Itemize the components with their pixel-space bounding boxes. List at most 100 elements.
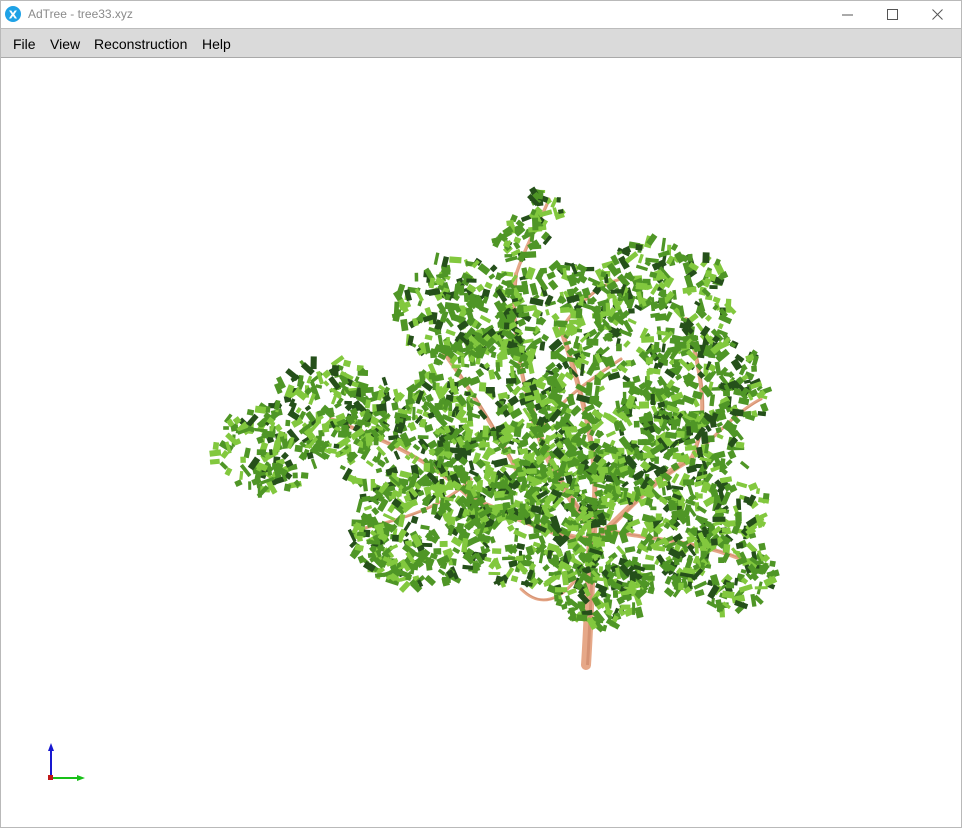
- leaf: [424, 334, 433, 341]
- leaf: [365, 460, 374, 468]
- leaf: [710, 538, 718, 546]
- leaf: [344, 400, 352, 405]
- leaf: [727, 449, 737, 460]
- leaf: [660, 237, 667, 252]
- leaf: [421, 479, 432, 487]
- leaf: [757, 410, 767, 417]
- leaf: [272, 462, 277, 470]
- x-axis-arrow: [77, 775, 85, 781]
- menu-reconstruction[interactable]: Reconstruction: [94, 36, 187, 52]
- menu-file[interactable]: File: [13, 36, 36, 52]
- leaf: [570, 506, 576, 517]
- leaf: [690, 419, 699, 433]
- maximize-button[interactable]: [870, 1, 916, 28]
- 3d-viewport[interactable]: [1, 59, 961, 827]
- leaf: [759, 402, 769, 413]
- leaf: [479, 314, 492, 324]
- leaf: [567, 525, 579, 532]
- leaf: [631, 440, 638, 444]
- menu-help[interactable]: Help: [202, 36, 231, 52]
- leaf: [647, 586, 655, 595]
- leaf: [661, 343, 666, 353]
- leaf: [429, 350, 437, 359]
- leaf: [445, 329, 456, 337]
- leaf: [468, 469, 479, 477]
- leaf: [304, 405, 312, 412]
- leaf: [719, 476, 733, 484]
- leaf: [569, 404, 582, 417]
- leaf: [458, 285, 465, 296]
- leaf: [623, 340, 631, 348]
- leaf: [608, 499, 615, 511]
- leaf: [602, 302, 606, 312]
- leaf: [529, 297, 544, 307]
- leaf: [523, 382, 532, 387]
- menu-view[interactable]: View: [50, 36, 80, 52]
- leaf: [517, 513, 525, 520]
- leaf: [492, 548, 502, 554]
- leaf: [504, 254, 513, 258]
- leaf: [702, 252, 710, 264]
- leaf: [449, 256, 462, 264]
- leaf: [561, 426, 575, 431]
- leaf: [437, 568, 446, 576]
- leaf: [248, 481, 252, 490]
- leaf: [624, 546, 636, 554]
- leaf: [521, 280, 529, 295]
- leaf: [452, 546, 461, 555]
- leaf: [755, 487, 761, 495]
- close-button[interactable]: [915, 1, 961, 28]
- leaf: [653, 341, 660, 352]
- leaf: [581, 412, 589, 420]
- leaf: [374, 572, 388, 578]
- leaf: [446, 336, 451, 344]
- leaf: [529, 244, 542, 250]
- leaf: [523, 304, 536, 312]
- leaf: [733, 387, 741, 396]
- leaf: [376, 403, 386, 412]
- tree-foliage: [209, 186, 780, 633]
- leaf: [433, 548, 442, 555]
- leaf: [610, 288, 623, 294]
- leaf: [439, 540, 448, 547]
- leaf: [333, 443, 340, 449]
- leaf: [762, 493, 770, 500]
- leaf: [541, 333, 550, 342]
- leaf: [622, 391, 627, 401]
- leaf: [391, 402, 399, 411]
- leaf: [545, 308, 550, 316]
- leaf: [621, 582, 629, 588]
- leaf: [529, 282, 539, 296]
- minimize-button[interactable]: [825, 1, 871, 28]
- leaf: [274, 423, 283, 432]
- leaf: [393, 450, 401, 461]
- leaf: [616, 343, 622, 352]
- leaf: [451, 364, 461, 369]
- leaf: [646, 370, 650, 381]
- leaf: [339, 464, 346, 471]
- leaf: [212, 441, 220, 451]
- leaf: [485, 387, 495, 394]
- leaf: [342, 359, 352, 368]
- leaf: [588, 450, 594, 459]
- leaf: [410, 515, 419, 525]
- leaf: [552, 554, 559, 567]
- leaf: [683, 479, 695, 486]
- leaf: [209, 458, 220, 465]
- leaf: [556, 197, 561, 203]
- leaf: [635, 264, 649, 272]
- leaf: [528, 532, 540, 540]
- z-axis-origin: [48, 775, 53, 780]
- app-logo-icon: X: [5, 6, 21, 22]
- leaf: [738, 583, 753, 593]
- axis-gizmo: [48, 743, 85, 781]
- leaf: [283, 483, 292, 492]
- leaf: [638, 401, 650, 409]
- y-axis-arrow: [48, 743, 54, 751]
- leaf: [576, 328, 583, 333]
- title-bar[interactable]: X AdTree - tree33.xyz: [1, 1, 961, 28]
- leaf: [309, 380, 317, 389]
- leaf: [733, 550, 741, 555]
- leaf: [546, 404, 551, 411]
- leaf: [650, 393, 655, 406]
